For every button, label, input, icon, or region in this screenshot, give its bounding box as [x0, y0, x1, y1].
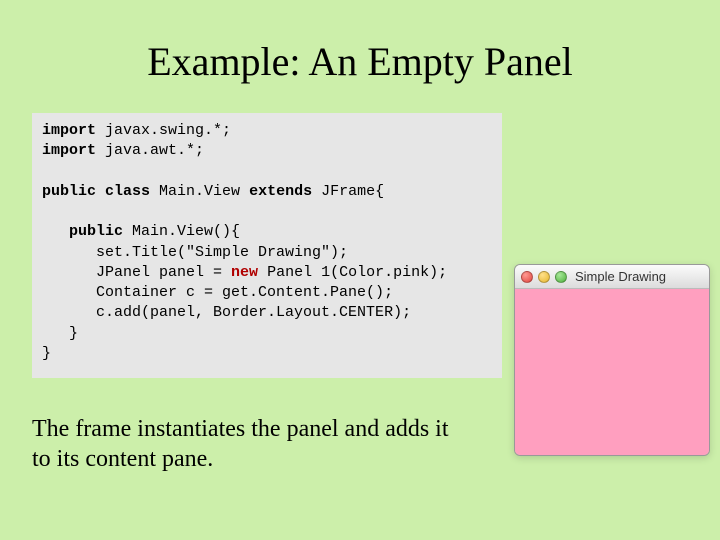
window-titlebar: Simple Drawing	[515, 265, 709, 289]
code-kw: extends	[249, 183, 312, 200]
code-kw: import	[42, 142, 96, 159]
demo-window: Simple Drawing	[514, 264, 710, 456]
minimize-icon[interactable]	[538, 271, 550, 283]
traffic-lights	[521, 271, 567, 283]
code-block: import javax.swing.*; import java.awt.*;…	[32, 113, 502, 378]
code-text: }	[42, 345, 51, 362]
window-title: Simple Drawing	[575, 269, 666, 284]
code-text: c.add(panel, Border.Layout.CENTER);	[96, 304, 411, 321]
code-text: Container c = get.Content.Pane();	[96, 284, 393, 301]
code-text: java.awt.*;	[96, 142, 204, 159]
code-kw: public	[42, 183, 96, 200]
zoom-icon[interactable]	[555, 271, 567, 283]
caption: The frame instantiates the panel and add…	[32, 414, 512, 474]
caption-line: to its content pane.	[32, 446, 213, 472]
slide-title: Example: An Empty Panel	[0, 0, 720, 113]
code-text: Main.View	[150, 183, 249, 200]
caption-line: The frame instantiates the panel and add…	[32, 416, 449, 442]
code-text: javax.swing.*;	[96, 122, 231, 139]
code-text: }	[69, 325, 78, 342]
window-content-panel	[515, 289, 709, 455]
code-text: JPanel panel =	[96, 264, 231, 281]
code-kw-new: new	[231, 264, 258, 281]
code-kw: import	[42, 122, 96, 139]
code-kw: class	[96, 183, 150, 200]
code-text: Main.View(){	[123, 223, 240, 240]
code-text: Panel 1(Color.pink);	[258, 264, 447, 281]
close-icon[interactable]	[521, 271, 533, 283]
code-text: JFrame{	[312, 183, 384, 200]
code-text: set.Title("Simple Drawing");	[96, 244, 348, 261]
code-kw: public	[69, 223, 123, 240]
